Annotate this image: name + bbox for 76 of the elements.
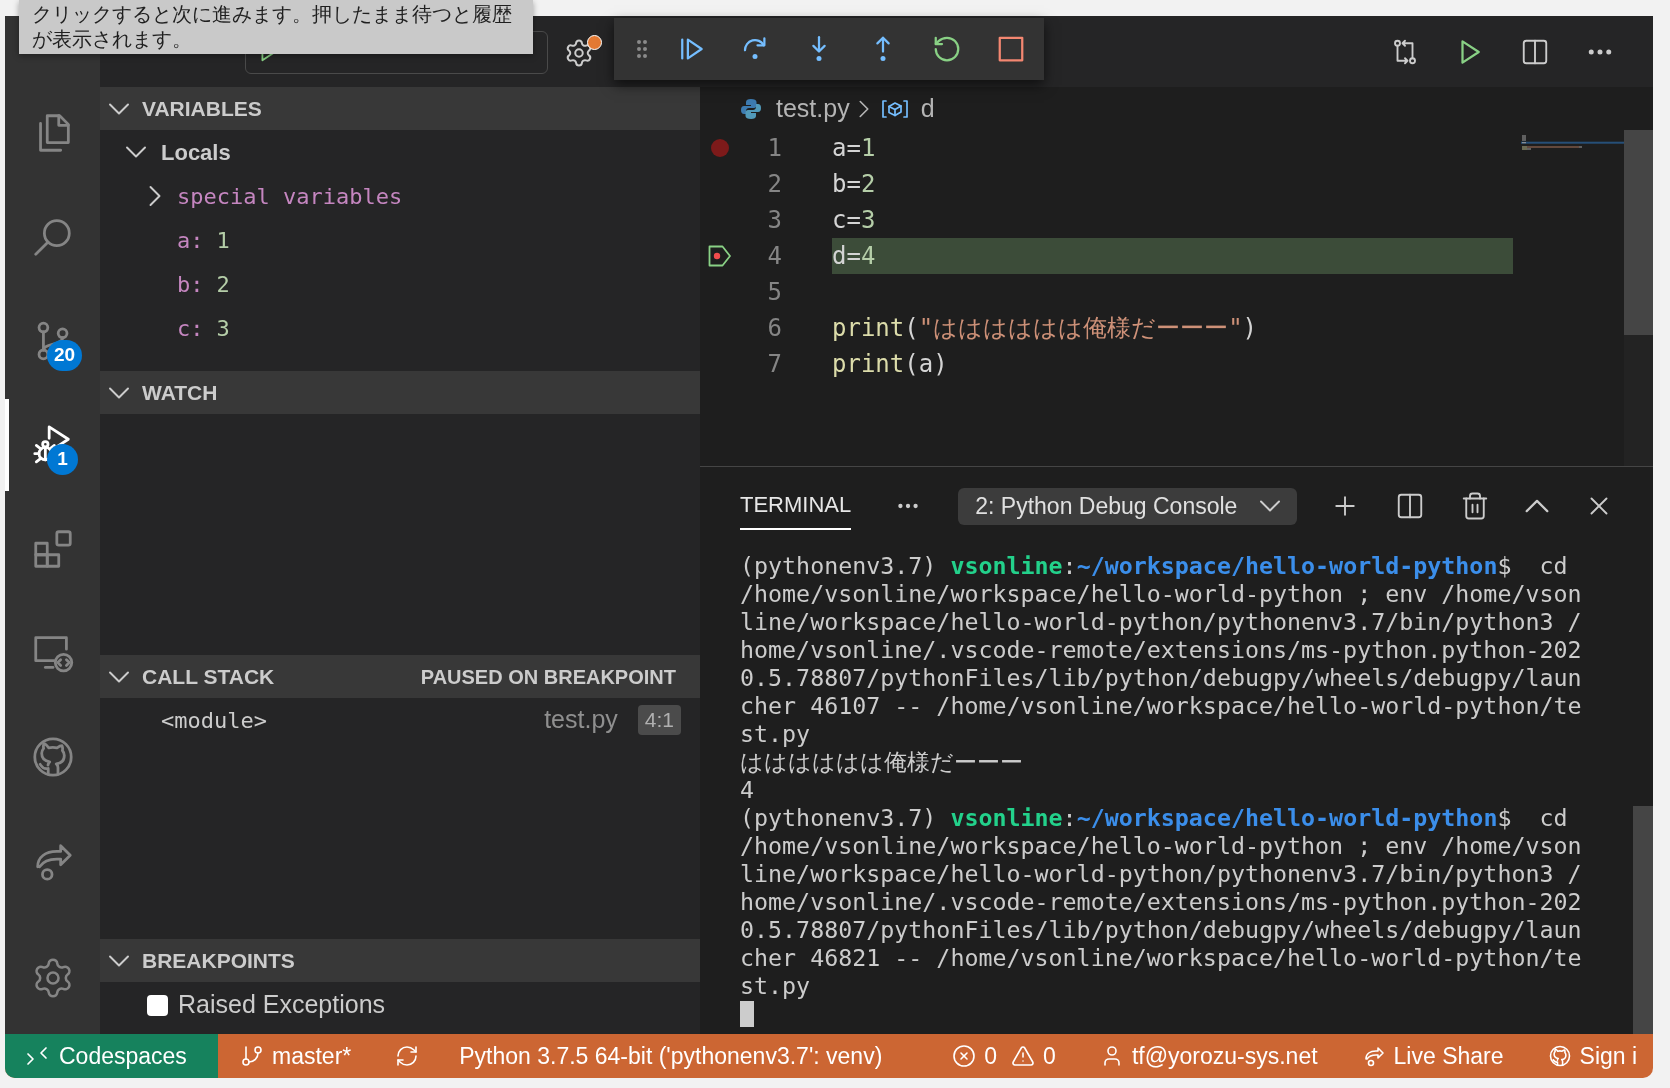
variable-row[interactable]: a: 1 — [177, 223, 230, 257]
cat-circle-icon[interactable] — [30, 734, 76, 780]
terminal-line: cher 46107 -- /home/vsonline/workspace/hello-world-python/te — [740, 692, 1582, 720]
interpreter-status[interactable]: Python 3.7.5 64-bit ('pythonenv3.7': venv) — [441, 1034, 931, 1078]
warning-icon — [1011, 1044, 1036, 1068]
chevron-right-icon — [858, 99, 869, 118]
branch-status[interactable]: master* — [218, 1034, 374, 1078]
terminal-line: 4 — [740, 776, 755, 804]
terminal-line: line/workspace/hello-world-python/pythonenv3.7/bin/python3 / — [740, 860, 1582, 888]
terminal-line: (pythonenv3.7) vsonline:~/workspace/hello-world-python$ cd — [740, 804, 1568, 832]
panel-tab[interactable]: TERMINAL — [740, 480, 852, 530]
code-line: print("はははははは俺様だーーー") — [832, 313, 1258, 344]
checkbox[interactable] — [147, 994, 168, 1016]
line-number: 2 — [767, 169, 782, 200]
snake-logo-icon — [739, 96, 763, 121]
section-toggle[interactable]: CALL STACK — [108, 660, 275, 693]
code-line: a=1 — [832, 133, 876, 164]
terminal-line: st.py — [740, 720, 811, 748]
line-number: 3 — [767, 205, 782, 236]
breadcrumb-item[interactable]: test.py — [776, 89, 850, 128]
scrollbar-thumb[interactable] — [1633, 806, 1653, 1034]
group-row[interactable]: special variables — [100, 174, 700, 218]
section-toggle[interactable]: VARIABLES — [108, 92, 262, 125]
line-number: 5 — [767, 277, 782, 308]
terminal-line: cher 46821 -- /home/vsonline/workspace/hello-world-python/te — [740, 944, 1582, 972]
sync-icon[interactable] — [395, 1044, 420, 1068]
line-number: 1 — [767, 133, 782, 164]
sign-in-status[interactable]: Sign i — [1525, 1034, 1653, 1078]
line-number: 7 — [767, 349, 782, 380]
live-share-status[interactable]: Live Share — [1339, 1034, 1526, 1078]
code-line: b=2 — [832, 169, 876, 200]
breakpoint-dot-icon[interactable] — [711, 139, 729, 157]
code-line: c=3 — [832, 205, 876, 236]
line-number: 4 — [767, 241, 782, 272]
problems-status[interactable]: 0 0 — [930, 1034, 1078, 1078]
line-number: 6 — [767, 313, 782, 344]
breakpoint-label: Raised Exceptions — [178, 989, 386, 1021]
scrollbar-thumb[interactable] — [1624, 130, 1653, 335]
error-icon — [952, 1044, 977, 1068]
variable-row[interactable]: b: 2 — [177, 267, 230, 301]
count-badge: 1 — [47, 444, 78, 475]
restart-icon[interactable] — [932, 34, 962, 64]
breadcrumb-item[interactable]: d — [920, 89, 935, 128]
terminal-line: 0.5.78807/pythonFiles/lib/python/debugpy/wheels/debugpy/laun — [740, 916, 1582, 944]
cat-circle-icon — [1547, 1044, 1572, 1068]
angle-brackets-icon — [25, 1044, 49, 1068]
terminal-line: はははははは俺様だーーー — [740, 748, 1023, 776]
frame-name[interactable]: <module> — [161, 703, 267, 737]
remote-indicator[interactable]: Codespaces — [5, 1034, 218, 1078]
chevron-up-icon[interactable] — [1525, 499, 1550, 513]
tooltip: クリックすると次に進みます。押したまま待つと履歴が表示されます。 — [19, 0, 533, 54]
scope-row[interactable]: Locals — [100, 130, 700, 174]
debug-status: PAUSED ON BREAKPOINT — [420, 664, 676, 690]
section-toggle[interactable]: WATCH — [108, 376, 218, 409]
terminal-line: /home/vsonline/workspace/hello-world-python ; env /home/vson — [740, 580, 1582, 608]
terminal-line: (pythonenv3.7) vsonline:~/workspace/hello-world-python$ cd — [740, 552, 1568, 580]
chevron-down-icon — [1259, 500, 1282, 512]
terminal-cursor — [740, 1001, 754, 1027]
terminal-line: /home/vsonline/workspace/hello-world-python ; env /home/vson — [740, 832, 1582, 860]
terminal-line: home/vsonline/.vscode-remote/extensions/ms-python.python-202 — [740, 636, 1582, 664]
terminal-select[interactable]: 2: Python Debug Console — [958, 487, 1298, 525]
variable-row[interactable]: c: 3 — [177, 311, 230, 345]
terminal-line: st.py — [740, 972, 811, 1000]
terminal-line: home/vsonline/.vscode-remote/extensions/ms-python.python-202 — [740, 888, 1582, 916]
line-position-badge: 4:1 — [637, 705, 681, 735]
branch-icon — [240, 1044, 264, 1068]
cube-brackets-icon — [880, 97, 909, 120]
section-toggle[interactable]: BREAKPOINTS — [108, 944, 295, 977]
stop-icon[interactable] — [996, 34, 1026, 64]
frame-file: test.py — [544, 704, 618, 736]
code-line: print(a) — [832, 349, 948, 380]
gear-icon[interactable] — [564, 34, 602, 69]
terminal-line: line/workspace/hello-world-python/pythonenv3.7/bin/python3 / — [740, 608, 1582, 636]
account-status[interactable]: tf@yorozu-sys.net — [1077, 1034, 1340, 1078]
count-badge: 20 — [47, 340, 83, 371]
terminal-line: 0.5.78807/pythonFiles/lib/python/debugpy/wheels/debugpy/laun — [740, 664, 1582, 692]
